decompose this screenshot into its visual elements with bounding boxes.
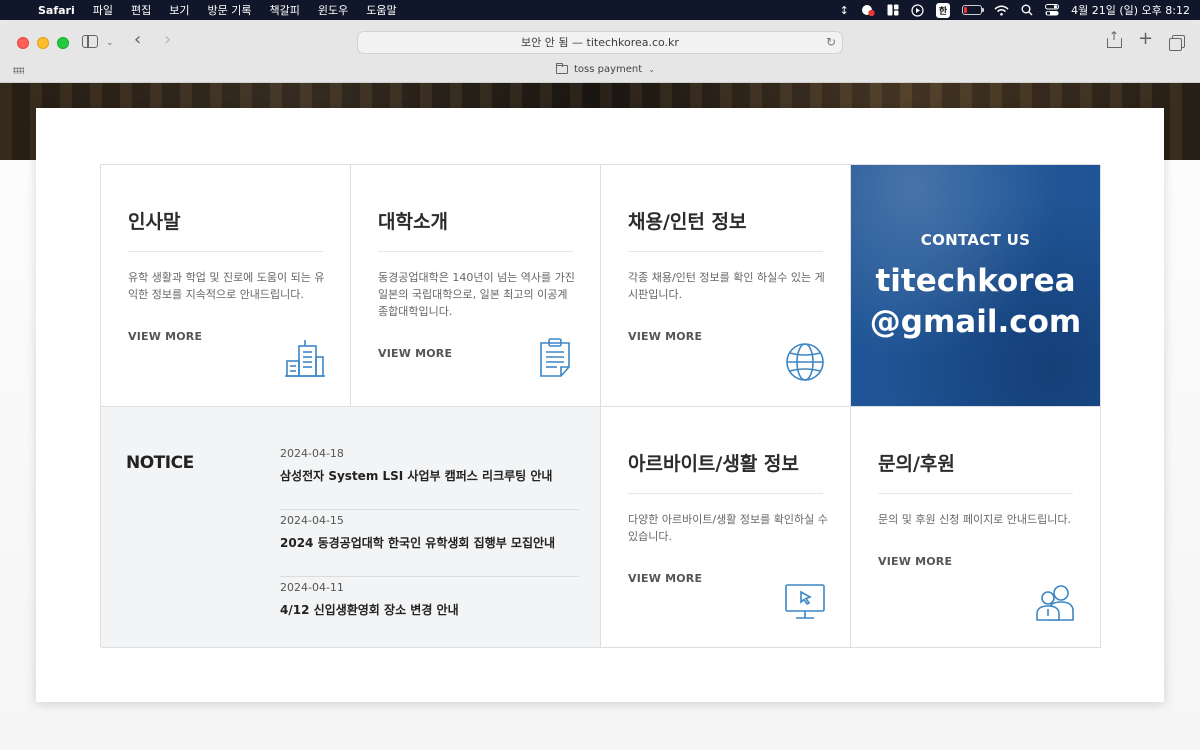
notice-link[interactable]: 4/12 신입생환영회 장소 변경 안내 [280, 601, 579, 618]
menu-edit[interactable]: 편집 [122, 2, 160, 18]
bookmark-folder[interactable]: toss payment ⌄ [556, 63, 655, 75]
apps-grid-icon[interactable] [13, 67, 24, 74]
menu-history[interactable]: 방문 기록 [199, 2, 261, 18]
notice-list: 2024-04-18 삼성전자 System LSI 사업부 캠퍼스 리크루팅 … [280, 443, 579, 644]
notice-section: NOTICE 2024-04-18 삼성전자 System LSI 사업부 캠퍼… [101, 407, 601, 648]
zoom-window-button[interactable] [57, 37, 69, 49]
spotlight-search-icon[interactable] [1021, 4, 1033, 16]
minimize-window-button[interactable] [37, 37, 49, 49]
notice-item[interactable]: 2024-04-11 4/12 신입생환영회 장소 변경 안내 [280, 577, 579, 644]
card-description: 다양한 아르바이트/생활 정보를 확인하실 수 있습니다. [628, 513, 828, 543]
card-grid: 인사말 유학 생활과 학업 및 진로에 도움이 되는 유익한 정보를 지속적으로… [100, 164, 1101, 648]
people-icon [1036, 585, 1074, 621]
input-method-indicator[interactable]: 한 [935, 2, 951, 18]
notice-date: 2024-04-18 [280, 447, 344, 460]
window-layout-icon[interactable] [887, 4, 899, 16]
card-title: 문의/후원 [878, 453, 955, 475]
contact-label: CONTACT US [920, 231, 1031, 249]
contact-email-domain: @gmail.com [869, 304, 1082, 340]
contact-email-user: titechkorea [875, 263, 1076, 299]
bookmark-folder-label: toss payment [574, 64, 643, 75]
browser-toolbar: ⌄ ‹ › 보안 안 됨 — titechkorea.co.kr ↻ + tos… [0, 20, 1200, 83]
view-more-link[interactable]: VIEW MORE [378, 347, 452, 360]
monitor-icon [785, 584, 825, 619]
notice-link[interactable]: 삼성전자 System LSI 사업부 캠퍼스 리크루팅 안내 [280, 467, 579, 484]
info-panel: 인사말 유학 생활과 학업 및 진로에 도움이 되는 유익한 정보를 지속적으로… [36, 108, 1164, 702]
contact-card[interactable]: CONTACT US titechkorea @gmail.com [851, 165, 1101, 407]
menu-view[interactable]: 보기 [160, 2, 198, 18]
forward-arrow-icon[interactable]: › [164, 31, 171, 49]
menu-app-name[interactable]: Safari [36, 4, 84, 17]
card-parttime[interactable]: 아르바이트/생활 정보 다양한 아르바이트/생활 정보를 확인하실 수 있습니다… [601, 407, 851, 648]
notification-app-icon[interactable] [861, 3, 875, 17]
card-description: 각종 채용/인턴 정보를 확인 하실수 있는 게시판입니다. [628, 271, 825, 301]
address-text: 보안 안 됨 — titechkorea.co.kr [521, 36, 679, 49]
notice-date: 2024-04-11 [280, 581, 344, 594]
divider [378, 251, 573, 252]
card-greeting[interactable]: 인사말 유학 생활과 학업 및 진로에 도움이 되는 유익한 정보를 지속적으로… [101, 165, 351, 407]
notice-link[interactable]: 2024 동경공업대학 한국인 유학생회 집행부 모집안내 [280, 534, 579, 551]
back-arrow-icon[interactable]: ‹ [134, 31, 141, 49]
card-description: 유학 생활과 학업 및 진로에 도움이 되는 유익한 정보를 지속적으로 안내드… [128, 271, 325, 301]
card-inquiry[interactable]: 문의/후원 문의 및 후원 신청 페이지로 안내드립니다. VIEW MORE [851, 407, 1101, 648]
updown-arrow-icon[interactable]: ↕ [840, 4, 849, 17]
card-university[interactable]: 대학소개 동경공업대학은 140년이 넘는 역사를 가진 일본의 국립대학으로,… [351, 165, 601, 407]
tab-overview-icon[interactable] [1169, 35, 1185, 51]
menu-help[interactable]: 도움말 [357, 2, 405, 18]
safari-window: ⌄ ‹ › 보안 안 됨 — titechkorea.co.kr ↻ + tos… [0, 20, 1200, 750]
card-title: 인사말 [128, 211, 181, 233]
divider [878, 493, 1073, 494]
view-more-link[interactable]: VIEW MORE [878, 555, 952, 568]
card-title: 채용/인턴 정보 [628, 211, 747, 233]
clipboard-icon [540, 338, 570, 377]
card-jobs[interactable]: 채용/인턴 정보 각종 채용/인턴 정보를 확인 하실수 있는 게시판입니다. … [601, 165, 851, 407]
window-controls [17, 37, 69, 49]
play-circle-icon[interactable] [911, 3, 924, 17]
menu-bookmarks[interactable]: 책갈피 [260, 2, 308, 18]
menu-bar: Safari 파일 편집 보기 방문 기록 책갈피 윈도우 도움말 ↕ 한 4월… [0, 0, 1200, 20]
sidebar-toggle-icon[interactable] [82, 35, 98, 48]
control-center-icon[interactable] [1045, 4, 1060, 16]
notice-title: NOTICE [126, 453, 194, 473]
menu-file[interactable]: 파일 [84, 2, 122, 18]
chevron-down-icon: ⌄ [648, 65, 655, 74]
notice-item[interactable]: 2024-04-15 2024 동경공업대학 한국인 유학생회 집행부 모집안내 [280, 510, 579, 577]
menu-window[interactable]: 윈도우 [309, 2, 357, 18]
card-description: 동경공업대학은 140년이 넘는 역사를 가진 일본의 국립대학으로, 일본 최… [378, 271, 575, 318]
card-title: 대학소개 [378, 211, 448, 233]
divider [628, 251, 823, 252]
contact-email[interactable]: titechkorea @gmail.com [851, 261, 1100, 343]
notice-item[interactable]: 2024-04-18 삼성전자 System LSI 사업부 캠퍼스 리크루팅 … [280, 443, 579, 510]
view-more-link[interactable]: VIEW MORE [628, 572, 702, 585]
address-bar[interactable]: 보안 안 됨 — titechkorea.co.kr ↻ [357, 31, 843, 54]
view-more-link[interactable]: VIEW MORE [128, 330, 202, 343]
wifi-icon[interactable] [994, 5, 1009, 16]
menu-clock[interactable]: 4월 21일 (일) 오후 8:12 [1071, 2, 1190, 18]
new-tab-plus-icon[interactable]: + [1138, 30, 1153, 48]
battery-icon[interactable] [962, 5, 985, 15]
share-icon[interactable] [1107, 29, 1122, 48]
page-content: 인사말 유학 생활과 학업 및 진로에 도움이 되는 유익한 정보를 지속적으로… [0, 83, 1200, 750]
divider [128, 251, 323, 252]
view-more-link[interactable]: VIEW MORE [628, 330, 702, 343]
globe-icon [786, 343, 824, 381]
building-icon [285, 340, 325, 377]
close-window-button[interactable] [17, 37, 29, 49]
folder-icon [556, 63, 568, 74]
reload-icon[interactable]: ↻ [826, 32, 836, 53]
card-title: 아르바이트/생활 정보 [628, 453, 799, 475]
chevron-down-icon[interactable]: ⌄ [106, 36, 114, 50]
divider [628, 493, 823, 494]
card-description: 문의 및 후원 신청 페이지로 안내드립니다. [878, 513, 1072, 526]
notice-date: 2024-04-15 [280, 514, 344, 527]
